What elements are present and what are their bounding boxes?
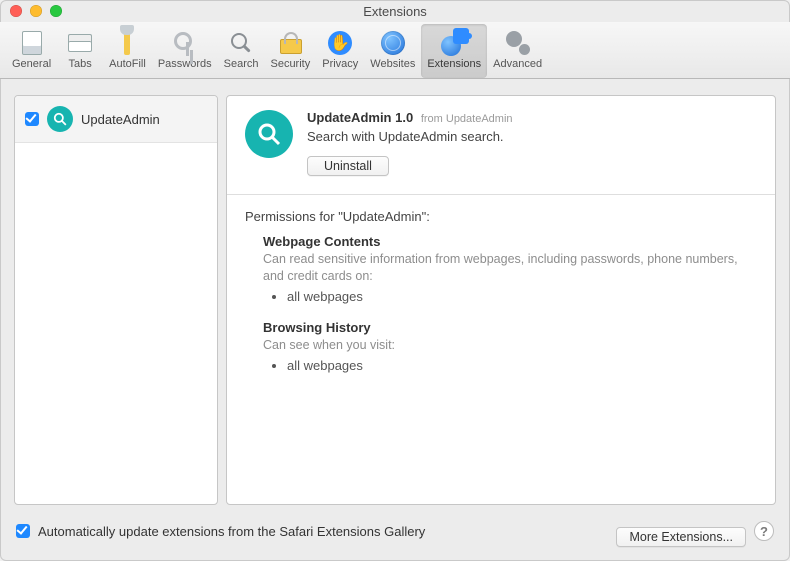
toolbar-label: General [12, 58, 51, 70]
permission-block: Browsing History Can see when you visit:… [263, 320, 753, 375]
auto-update-row: Automatically update extensions from the… [16, 524, 608, 539]
detail-heading-group: UpdateAdmin 1.0 from UpdateAdmin Search … [307, 110, 513, 176]
magnifier-icon [231, 33, 251, 53]
extension-row[interactable]: UpdateAdmin [15, 96, 217, 143]
hand-icon: ✋ [328, 31, 352, 55]
detail-description: Search with UpdateAdmin search. [307, 129, 513, 144]
detail-header: UpdateAdmin 1.0 from UpdateAdmin Search … [245, 110, 753, 176]
uninstall-button[interactable]: Uninstall [307, 156, 389, 176]
toolbar-passwords[interactable]: Passwords [152, 24, 218, 78]
more-extensions-button[interactable]: More Extensions... [616, 527, 746, 547]
permission-subtext: Can see when you visit: [263, 337, 753, 354]
preferences-window: Extensions General Tabs AutoFill Passwor… [0, 0, 790, 561]
toolbar-advanced[interactable]: Advanced [487, 24, 548, 78]
detail-title-line: UpdateAdmin 1.0 from UpdateAdmin [307, 110, 513, 125]
extension-large-icon [245, 110, 293, 158]
toolbar-privacy[interactable]: ✋ Privacy [316, 24, 364, 78]
toolbar-label: Passwords [158, 58, 212, 70]
auto-update-label: Automatically update extensions from the… [38, 524, 425, 539]
permission-list: all webpages [287, 289, 753, 304]
permissions-heading: Permissions for "UpdateAdmin": [245, 209, 753, 224]
separator [227, 194, 775, 195]
titlebar: Extensions [0, 0, 790, 22]
help-button[interactable]: ? [754, 521, 774, 541]
toolbar-label: Security [270, 58, 310, 70]
toolbar-search[interactable]: Search [218, 24, 265, 78]
toolbar-autofill[interactable]: AutoFill [103, 24, 152, 78]
footer: Automatically update extensions from the… [14, 515, 776, 547]
gears-icon [506, 31, 530, 55]
split-pane: UpdateAdmin UpdateAdmin 1.0 from UpdateA [14, 95, 776, 505]
permission-item: all webpages [287, 289, 753, 304]
toolbar-label: Advanced [493, 58, 542, 70]
toolbar-tabs[interactable]: Tabs [57, 24, 103, 78]
permission-block: Webpage Contents Can read sensitive info… [263, 234, 753, 306]
permission-list: all webpages [287, 358, 753, 373]
toolbar-extensions[interactable]: Extensions [421, 24, 487, 78]
extension-detail: UpdateAdmin 1.0 from UpdateAdmin Search … [226, 95, 776, 505]
key-icon [174, 32, 196, 54]
tabs-icon [68, 34, 92, 52]
preferences-toolbar: General Tabs AutoFill Passwords Search S… [0, 22, 790, 79]
enable-checkbox[interactable] [25, 112, 39, 126]
permission-heading: Webpage Contents [263, 234, 753, 249]
auto-update-checkbox[interactable] [16, 524, 30, 538]
permission-item: all webpages [287, 358, 753, 373]
toolbar-security[interactable]: Security [264, 24, 316, 78]
extension-name: UpdateAdmin [81, 112, 160, 127]
toolbar-label: Tabs [69, 58, 92, 70]
general-icon [22, 31, 42, 55]
permission-heading: Browsing History [263, 320, 753, 335]
globe-icon [381, 31, 405, 55]
window-title: Extensions [0, 4, 790, 19]
extension-icon [47, 106, 73, 132]
lock-icon [280, 32, 300, 54]
extensions-icon [441, 30, 467, 56]
permission-subtext: Can read sensitive information from webp… [263, 251, 753, 285]
toolbar-label: Extensions [427, 58, 481, 70]
toolbar-label: Search [224, 58, 259, 70]
detail-title: UpdateAdmin 1.0 [307, 110, 413, 125]
toolbar-label: Websites [370, 58, 415, 70]
toolbar-label: Privacy [322, 58, 358, 70]
toolbar-websites[interactable]: Websites [364, 24, 421, 78]
extension-list: UpdateAdmin [14, 95, 218, 505]
detail-from: from UpdateAdmin [421, 113, 513, 125]
toolbar-label: AutoFill [109, 58, 146, 70]
content-area: UpdateAdmin UpdateAdmin 1.0 from UpdateA [0, 79, 790, 561]
toolbar-general[interactable]: General [6, 24, 57, 78]
pencil-icon [124, 31, 130, 55]
